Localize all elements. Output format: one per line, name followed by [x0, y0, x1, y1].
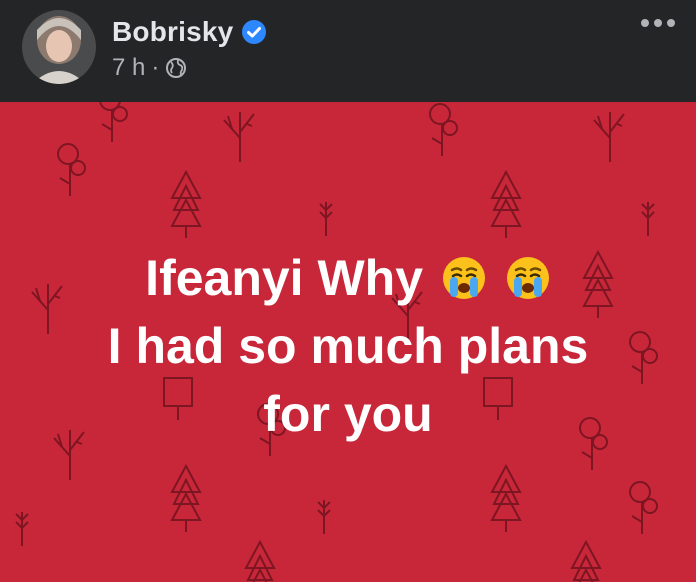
crying-face-emoji-icon — [505, 250, 551, 299]
more-options-button[interactable] — [638, 8, 678, 38]
meta-separator: · — [151, 54, 160, 81]
post-text: Ifeanyi Why I had so much plans for you — [0, 244, 696, 448]
post-text-line-3: for you — [263, 386, 433, 442]
post-text-line-2: I had so much plans — [107, 318, 589, 374]
globe-icon — [165, 57, 187, 79]
avatar-image — [22, 10, 96, 84]
post-text-line-1: Ifeanyi Why — [0, 244, 696, 312]
avatar[interactable] — [22, 10, 96, 84]
more-options-icon — [641, 19, 675, 27]
post-background: Ifeanyi Why I had so much plans for you — [0, 102, 696, 582]
author-row: Bobrisky — [112, 16, 267, 48]
post-header: Bobrisky 7 h · — [0, 0, 696, 102]
post-text-line-1-text: Ifeanyi Why — [145, 250, 424, 306]
crying-face-emoji-icon — [441, 250, 487, 299]
verified-badge-icon — [241, 19, 267, 45]
post-time[interactable]: 7 h — [112, 54, 145, 82]
post-meta: 7 h · — [112, 54, 187, 82]
author-name[interactable]: Bobrisky — [112, 16, 233, 48]
